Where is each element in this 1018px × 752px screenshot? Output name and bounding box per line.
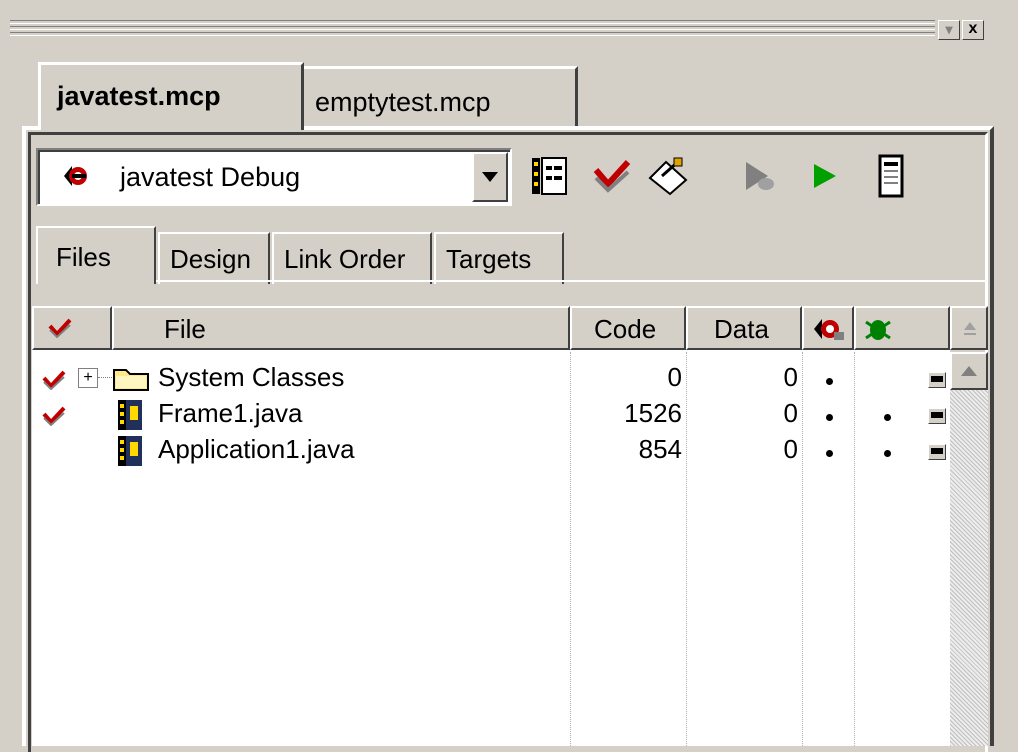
code-size: 0	[667, 362, 682, 392]
in-target-dot[interactable]	[884, 414, 891, 421]
code-size: 1526	[624, 398, 682, 428]
column-header-touch[interactable]	[32, 306, 112, 350]
java-file-icon	[118, 400, 142, 430]
drag-grip-line	[10, 20, 935, 24]
doc-tab-emptytest[interactable]: emptytest.mcp	[300, 66, 578, 128]
tab-label: Files	[56, 242, 111, 272]
column-label: Code	[594, 314, 657, 344]
chevron-down-icon[interactable]	[472, 152, 508, 202]
scroll-up-button[interactable]	[950, 352, 988, 390]
code-size: 854	[638, 434, 682, 464]
row-options-button[interactable]	[928, 408, 946, 424]
column-header-debug[interactable]	[802, 306, 854, 350]
doc-tab-javatest[interactable]: javatest.mcp	[38, 62, 304, 130]
tab-label: Targets	[446, 244, 532, 274]
tab-label: Design	[170, 244, 251, 274]
debug-icon[interactable]	[738, 154, 782, 198]
bug-icon	[865, 320, 891, 340]
tab-targets[interactable]: Targets	[434, 232, 564, 284]
vertical-scrollbar[interactable]	[950, 352, 988, 746]
debug-icon	[814, 319, 844, 340]
data-size: 0	[783, 434, 798, 464]
panel-title-bar[interactable]: ▾ x	[0, 0, 1018, 62]
column-label: File	[164, 314, 206, 344]
column-label: Data	[714, 314, 769, 344]
tab-files[interactable]: Files	[36, 226, 156, 284]
target-settings-icon[interactable]	[528, 154, 572, 198]
data-size: 0	[783, 362, 798, 392]
tab-link-order[interactable]: Link Order	[272, 232, 432, 284]
file-name: System Classes	[158, 362, 345, 392]
file-name: Application1.java	[158, 434, 355, 464]
minimize-button[interactable]: ▾	[938, 20, 960, 40]
column-chooser-button[interactable]	[950, 306, 988, 350]
file-name: Frame1.java	[158, 398, 303, 428]
column-header-file[interactable]: File	[112, 306, 570, 350]
column-header-code[interactable]: Code	[570, 306, 686, 350]
tab-divider	[36, 280, 988, 282]
checkmark-icon	[48, 318, 72, 338]
tab-label: Link Order	[284, 244, 406, 274]
column-header-target[interactable]	[854, 306, 950, 350]
doc-tab-label: emptytest.mcp	[315, 87, 491, 117]
debug-target-icon	[64, 166, 87, 186]
drag-grip-line	[10, 32, 935, 36]
tree-connector	[98, 377, 112, 378]
run-icon[interactable]	[804, 154, 848, 198]
checkmark-icon[interactable]	[42, 406, 66, 426]
tab-design[interactable]: Design	[158, 232, 270, 284]
debug-enabled-dot[interactable]	[826, 450, 833, 457]
drag-grip-line	[10, 26, 935, 30]
close-button[interactable]: x	[962, 20, 984, 40]
debug-enabled-dot[interactable]	[826, 378, 833, 385]
row-options-button[interactable]	[928, 444, 946, 460]
doc-tab-label: javatest.mcp	[57, 81, 221, 111]
row-options-button[interactable]	[928, 372, 946, 388]
checkmark-icon[interactable]	[42, 370, 66, 390]
project-inspector-icon[interactable]	[870, 154, 914, 198]
expand-toggle[interactable]: +	[78, 368, 98, 388]
folder-icon	[113, 369, 149, 391]
java-file-icon	[118, 436, 142, 466]
synchronize-modification-dates-icon[interactable]	[590, 154, 634, 198]
data-size: 0	[783, 398, 798, 428]
in-target-dot[interactable]	[884, 450, 891, 457]
make-icon[interactable]	[646, 154, 690, 198]
column-header-data[interactable]: Data	[686, 306, 802, 350]
target-select-value: javatest Debug	[120, 162, 301, 192]
debug-enabled-dot[interactable]	[826, 414, 833, 421]
